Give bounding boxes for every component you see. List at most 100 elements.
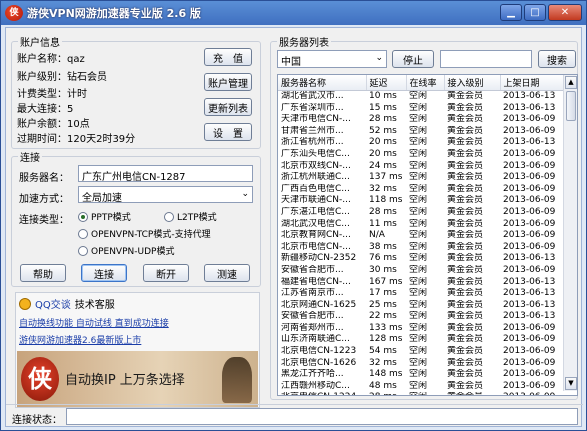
table-cell: 22 ms bbox=[369, 311, 397, 322]
server-name-field[interactable]: 广东广州电信CN-1287 bbox=[78, 165, 253, 182]
tech-support-label: 技术客服 bbox=[74, 300, 115, 311]
table-row[interactable]: 广东湛江电信C... 28 ms 空闲 黄金会员 2013-06-09 bbox=[278, 207, 568, 219]
window-title: 游侠VPN网游加速器专业版 2.6 版 bbox=[27, 7, 201, 20]
column-header[interactable]: 服务器名称 bbox=[278, 75, 367, 91]
expiry-row: 过期时间：120天2时39分 bbox=[17, 134, 136, 145]
table-row[interactable]: 北京教育网CN-... N/A 空闲 黄金会员 2013-06-09 bbox=[278, 230, 568, 242]
column-header[interactable]: 延迟 bbox=[366, 75, 407, 91]
table-row[interactable]: 天津市联通CN-... 118 ms 空闲 黄金会员 2013-06-09 bbox=[278, 195, 568, 207]
pptp-radio[interactable]: PPTP模式 bbox=[78, 210, 131, 223]
table-cell: 2013-06-13 bbox=[503, 91, 556, 101]
search-input[interactable] bbox=[440, 50, 532, 68]
table-cell: 黄金会员 bbox=[447, 195, 484, 206]
table-cell: 20 ms bbox=[369, 137, 397, 148]
table-row[interactable]: 山东济南联通C... 128 ms 空闲 黄金会员 2013-06-09 bbox=[278, 334, 568, 346]
table-cell: 空闲 bbox=[409, 334, 428, 345]
table-row[interactable]: 北京电信CN-1223 54 ms 空闲 黄金会员 2013-06-09 bbox=[278, 346, 568, 358]
new-version-link[interactable]: 游侠网游加速器2.6最新版上市 bbox=[19, 333, 141, 346]
table-row[interactable]: 北京网通CN-1625 25 ms 空闲 黄金会员 2013-06-13 bbox=[278, 300, 568, 312]
table-cell: 广东省深圳市... bbox=[281, 102, 344, 113]
table-cell: 黄金会员 bbox=[447, 206, 484, 217]
table-row[interactable]: 河南省郑州市... 133 ms 空闲 黄金会员 2013-06-09 bbox=[278, 323, 568, 335]
table-row[interactable]: 江苏省南京市... 17 ms 空闲 黄金会员 2013-06-13 bbox=[278, 288, 568, 300]
openvpn-tcp-radio[interactable]: OPENVPN-TCP模式-支持代理 bbox=[78, 227, 211, 240]
scroll-down-icon[interactable]: ▼ bbox=[565, 377, 577, 390]
qq-chat-link[interactable]: QQ交谈 bbox=[35, 296, 71, 311]
table-cell: 河南省郑州市... bbox=[281, 322, 344, 333]
table-row[interactable]: 浙江省杭州市... 20 ms 空闲 黄金会员 2013-06-13 bbox=[278, 137, 568, 149]
table-row[interactable]: 北京电信CN-1626 32 ms 空闲 黄金会员 2013-06-09 bbox=[278, 358, 568, 370]
title-bar[interactable]: 侠 游侠VPN网游加速器专业版 2.6 版 ▁ □ ✕ bbox=[1, 1, 586, 25]
table-cell: 2013-06-09 bbox=[503, 357, 556, 368]
speed-test-button[interactable]: 测速 bbox=[204, 264, 250, 282]
table-row[interactable]: 新疆移动CN-2352 76 ms 空闲 黄金会员 2013-06-13 bbox=[278, 253, 568, 265]
table-cell: 76 ms bbox=[369, 253, 397, 264]
table-cell: 2013-06-09 bbox=[503, 218, 556, 229]
table-row[interactable]: 湖北省武汉市... 10 ms 空闲 黄金会员 2013-06-13 bbox=[278, 91, 568, 103]
maximize-button[interactable]: □ bbox=[524, 4, 546, 21]
table-row[interactable]: 安徽省合肥市... 22 ms 空闲 黄金会员 2013-06-13 bbox=[278, 311, 568, 323]
settings-button[interactable]: 设 置 bbox=[204, 123, 252, 141]
client-area: 账户信息 账户名称：qaz 账户级别：钻石会员 计费类型：计时 最大连接：5 账… bbox=[5, 27, 583, 427]
table-cell: 28 ms bbox=[369, 206, 397, 217]
table-row[interactable]: 北京电信CN-122428 ms空闲黄金会员2013-06-09 bbox=[278, 392, 568, 395]
l2tp-radio[interactable]: L2TP模式 bbox=[164, 210, 217, 223]
table-cell: 30 ms bbox=[369, 264, 397, 275]
search-button[interactable]: 搜索 bbox=[538, 50, 576, 68]
qq-icon bbox=[19, 297, 31, 310]
table-row[interactable]: 甘肃省兰州市... 52 ms 空闲 黄金会员 2013-06-09 bbox=[278, 126, 568, 138]
table-row[interactable]: 天津市电信CN-... 28 ms 空闲 黄金会员 2013-06-09 bbox=[278, 114, 568, 126]
table-cell: 天津市联通CN-... bbox=[281, 195, 351, 206]
table-row[interactable]: 江西赣州移动C... 48 ms 空闲 黄金会员 2013-06-09 bbox=[278, 381, 568, 393]
account-manage-button[interactable]: 账户管理 bbox=[204, 73, 252, 91]
table-row[interactable]: 广西百色电信C... 32 ms 空闲 黄金会员 2013-06-09 bbox=[278, 184, 568, 196]
maximize-icon: □ bbox=[530, 7, 540, 18]
table-cell: 2013-06-13 bbox=[503, 299, 556, 310]
server-list-legend: 服务器列表 bbox=[279, 38, 329, 49]
close-button[interactable]: ✕ bbox=[548, 4, 582, 21]
promo-banner[interactable]: 侠 自动换IP 上万条选择 bbox=[17, 351, 258, 407]
disconnect-button[interactable]: 断开 bbox=[143, 264, 189, 282]
table-cell: 甘肃省兰州市... bbox=[281, 125, 344, 136]
accel-mode-select[interactable]: 全局加速 ⌄ bbox=[78, 186, 253, 204]
refresh-list-button[interactable]: 更新列表 bbox=[204, 98, 252, 116]
column-header[interactable]: 接入级别 bbox=[444, 75, 501, 91]
column-header[interactable]: 在线率 bbox=[406, 75, 445, 91]
column-header[interactable]: 上架日期 bbox=[500, 75, 569, 91]
table-cell: 48 ms bbox=[369, 380, 397, 391]
table-row[interactable]: 黑龙江齐齐哈... 148 ms 空闲 黄金会员 2013-06-09 bbox=[278, 369, 568, 381]
vertical-scrollbar[interactable]: ▲ ▼ bbox=[563, 75, 577, 391]
server-table[interactable]: 服务器名称 延迟 在线率 接入级别 上架日期 湖北省武汉市... 10 ms 空闲 黄金会员 2… bbox=[277, 74, 578, 396]
table-row[interactable]: 湖北武汉电信C... 11 ms 空闲 黄金会员 2013-06-09 bbox=[278, 219, 568, 231]
minimize-button[interactable]: ▁ bbox=[500, 4, 522, 21]
auto-switch-link[interactable]: 自动换线功能 自动试线 直到成功连接 bbox=[19, 316, 169, 329]
table-row[interactable]: 浙江杭州联通C... 137 ms 空闲 黄金会员 2013-06-09 bbox=[278, 172, 568, 184]
table-cell: 2013-06-09 bbox=[503, 114, 556, 125]
region-select[interactable]: 中国 ⌄ bbox=[277, 50, 387, 68]
table-cell: 北京市双线CN-... bbox=[281, 160, 351, 171]
table-cell: 安徽省合肥市... bbox=[281, 264, 344, 275]
table-row[interactable]: 北京市双线CN-... 24 ms 空闲 黄金会员 2013-06-09 bbox=[278, 161, 568, 173]
table-row[interactable]: 广东省深圳市... 15 ms 空闲 黄金会员 2013-06-13 bbox=[278, 103, 568, 115]
table-cell: 2013-06-13 bbox=[503, 253, 556, 264]
table-row[interactable]: 广东汕头电信C... 20 ms 空闲 黄金会员 2013-06-09 bbox=[278, 149, 568, 161]
table-row[interactable]: 福建省电信CN-... 167 ms 空闲 黄金会员 2013-06-13 bbox=[278, 277, 568, 289]
table-row[interactable]: 安徽省合肥市... 30 ms 空闲 黄金会员 2013-06-09 bbox=[278, 265, 568, 277]
connect-button[interactable]: 连接 bbox=[81, 264, 127, 282]
scroll-thumb[interactable] bbox=[566, 91, 576, 121]
table-cell: 空闲 bbox=[409, 183, 428, 194]
scroll-up-icon[interactable]: ▲ bbox=[565, 76, 577, 89]
minimize-icon: ▁ bbox=[507, 7, 515, 18]
help-button[interactable]: 帮助 bbox=[20, 264, 66, 282]
recharge-button[interactable]: 充 值 bbox=[204, 48, 252, 66]
table-cell: 黄金会员 bbox=[447, 91, 484, 101]
table-cell: 黄金会员 bbox=[447, 311, 484, 322]
table-row[interactable]: 北京市电信CN-... 38 ms 空闲 黄金会员 2013-06-09 bbox=[278, 242, 568, 254]
table-cell: 浙江杭州联通C... bbox=[281, 172, 350, 183]
openvpn-udp-radio[interactable]: OPENVPN-UDP模式 bbox=[78, 244, 174, 257]
table-cell: 2013-06-13 bbox=[503, 288, 556, 299]
table-cell: 20 ms bbox=[369, 148, 397, 159]
table-cell: 2013-06-13 bbox=[503, 137, 556, 148]
qq-chat-row[interactable]: QQ交谈 技术客服 bbox=[19, 296, 115, 311]
stop-button[interactable]: 停止 bbox=[392, 50, 434, 68]
